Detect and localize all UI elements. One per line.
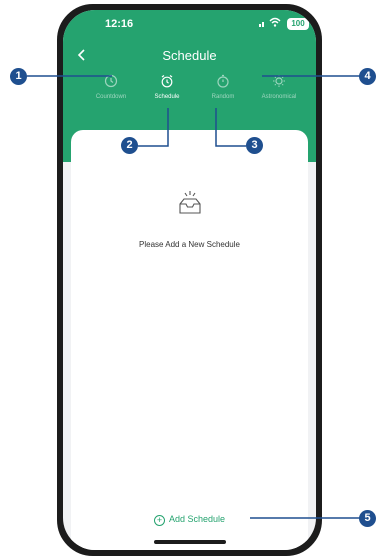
callout-badge-5: 5 <box>359 510 376 527</box>
empty-tray-icon <box>178 191 201 214</box>
add-schedule-label: Add Schedule <box>168 514 226 524</box>
tab-label: Schedule <box>154 94 180 100</box>
battery-indicator: 100 <box>287 18 309 30</box>
sun-icon <box>273 75 285 87</box>
nav-bar: Schedule <box>63 44 316 68</box>
alarm-icon <box>161 75 173 88</box>
tab-label: Countdown <box>95 94 127 100</box>
tab-schedule[interactable]: Schedule <box>135 74 199 100</box>
tab-label: Random <box>211 94 235 100</box>
wifi-icon <box>269 16 281 31</box>
tab-label: Astronomical <box>261 94 297 100</box>
clock-icon <box>104 74 118 88</box>
callout-badge-4: 4 <box>359 68 376 85</box>
status-time: 12:16 <box>105 18 134 30</box>
schedule-card: Please Add a New Schedule + Add Schedule <box>71 130 308 550</box>
tab-astronomical[interactable]: Astronomical <box>247 74 311 100</box>
callout-badge-3: 3 <box>246 137 263 154</box>
page-title: Schedule <box>162 48 217 63</box>
home-indicator <box>153 540 226 544</box>
add-circle-icon: + <box>153 515 165 526</box>
callout-badge-1: 1 <box>10 68 27 85</box>
app-screen: 12:16 100 Schedule Countdown Schedule Ra… <box>63 10 316 550</box>
empty-state-message: Please Add a New Schedule <box>139 240 240 249</box>
signal-icon <box>259 18 267 30</box>
tab-random[interactable]: Random <box>191 74 255 100</box>
add-schedule-button[interactable]: + Add Schedule <box>71 514 308 526</box>
callout-badge-2: 2 <box>121 137 138 154</box>
status-bar: 12:16 100 <box>63 16 316 36</box>
timer-icon <box>217 74 229 88</box>
tab-countdown[interactable]: Countdown <box>79 74 143 100</box>
phone-frame: 12:16 100 Schedule Countdown Schedule Ra… <box>57 4 322 556</box>
tab-bar: Countdown Schedule Random Astronomical <box>63 74 316 116</box>
